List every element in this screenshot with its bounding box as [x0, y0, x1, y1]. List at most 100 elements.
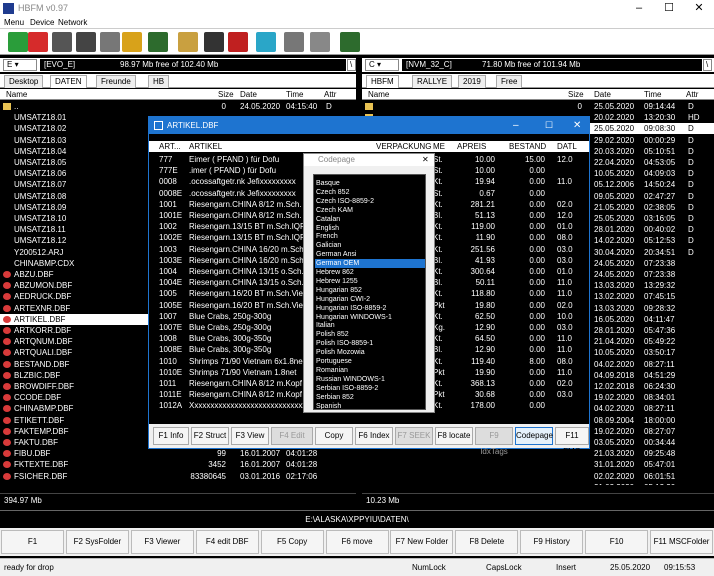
- fkey-5[interactable]: F6 move: [325, 530, 389, 554]
- dialog-maximize-button[interactable]: ☐: [545, 117, 553, 134]
- dialog-button-5[interactable]: F6 Index: [355, 427, 393, 445]
- touch-icon[interactable]: [310, 32, 330, 52]
- col-size[interactable]: Size: [568, 89, 584, 100]
- right-column-header[interactable]: Name Size Date Time Attr: [362, 89, 714, 100]
- usb-icon[interactable]: [178, 32, 198, 52]
- col-time[interactable]: Time: [644, 89, 661, 100]
- export-icon[interactable]: [340, 32, 360, 52]
- codepage-list[interactable]: Basque Czech 852 Czech ISO-8859-2 Czech KAM…: [313, 174, 426, 410]
- dialog-col-0[interactable]: ART...: [159, 141, 181, 152]
- list-item[interactable]: .. 0 24.05.2020 04:15:40 D: [0, 101, 356, 112]
- dialog-col-5[interactable]: BESTAND: [509, 141, 546, 152]
- codepage-item[interactable]: Serbian ISO-8859-2: [315, 384, 425, 393]
- close-button[interactable]: ✕: [684, 0, 714, 17]
- list-item[interactable]: 02.02.2020 06:01:51: [362, 471, 714, 482]
- col-size[interactable]: Size: [218, 89, 234, 100]
- menu-item-device[interactable]: Device: [30, 18, 54, 27]
- left-root-button[interactable]: \: [347, 59, 356, 71]
- codepage-item[interactable]: Hungarian 852: [315, 286, 425, 295]
- right-root-button[interactable]: \: [703, 59, 712, 71]
- calculator-icon[interactable]: [76, 32, 96, 52]
- dialog-button-0[interactable]: F1 Info: [153, 427, 189, 445]
- fkey-7[interactable]: F8 Delete: [455, 530, 519, 554]
- codepage-item[interactable]: Hungarian CWI-2: [315, 295, 425, 304]
- list-item[interactable]: FSICHER.DBF 83380645 03.01.2016 02:17:06: [0, 471, 356, 481]
- network-off-icon[interactable]: [228, 32, 248, 52]
- fkey-4[interactable]: F5 Copy: [260, 530, 324, 554]
- codepage-item[interactable]: Russian WINDOWS-1: [315, 375, 425, 384]
- list-item[interactable]: 21.02.2020 05:12:20: [362, 482, 714, 485]
- right-tab-0[interactable]: HBFM: [366, 75, 399, 88]
- dialog-col-1[interactable]: ARTIKEL: [189, 141, 222, 152]
- dots-icon[interactable]: [256, 32, 276, 52]
- fkey-8[interactable]: F9 History: [520, 530, 584, 554]
- fkey-1[interactable]: F2 SysFolder: [65, 530, 129, 554]
- dialog-button-3[interactable]: F4 Edit: [271, 427, 313, 445]
- print-icon[interactable]: [52, 32, 72, 52]
- codepage-close-button[interactable]: ✕: [422, 154, 429, 166]
- network-icon[interactable]: [204, 32, 224, 52]
- refresh-icon[interactable]: [8, 32, 28, 52]
- fkey-10[interactable]: F11 MSCFolder: [650, 530, 713, 554]
- left-tab-1[interactable]: DATEN: [50, 75, 87, 88]
- codepage-item[interactable]: Galician: [315, 241, 425, 250]
- codepage-item[interactable]: Basque: [315, 179, 425, 188]
- fkey-0[interactable]: F1: [1, 530, 64, 554]
- dialog-button-1[interactable]: F2 Struct: [191, 427, 229, 445]
- dialog-button-6[interactable]: F7 SEEK: [395, 427, 433, 445]
- dialog-button-10[interactable]: F11 FMG: [555, 427, 589, 456]
- left-tab-3[interactable]: HB: [148, 75, 170, 88]
- left-drive-select[interactable]: E ▾: [3, 59, 37, 71]
- codepage-item[interactable]: Romanian: [315, 366, 425, 375]
- dialog-button-9[interactable]: Codepage: [515, 427, 553, 445]
- col-attr[interactable]: Attr: [686, 89, 698, 100]
- right-drive-select[interactable]: C ▾: [365, 59, 399, 71]
- codepage-item[interactable]: English: [315, 224, 425, 233]
- list-item[interactable]: FKTEXTE.DBF 3452 16.01.2007 04:01:28: [0, 459, 356, 470]
- dialog-table-header[interactable]: ART... ARTIKEL VERPACKUNG ME APREIS BESTAND DA…: [149, 141, 589, 152]
- left-column-header[interactable]: Name Size Date Time Attr: [0, 89, 356, 100]
- col-attr[interactable]: Attr: [324, 89, 336, 100]
- dialog-col-6[interactable]: DATL: [557, 141, 577, 152]
- dialog-button-8[interactable]: F9 IdxTags: [475, 427, 513, 456]
- codepage-item[interactable]: French: [315, 232, 425, 241]
- command-line[interactable]: E:\ALASKA\XPPYIU\DATEN\: [0, 510, 714, 528]
- minimize-button[interactable]: –: [624, 0, 654, 17]
- fkey-9[interactable]: F10: [585, 530, 649, 554]
- dialog-button-2[interactable]: F3 View: [231, 427, 269, 445]
- menu-item-network[interactable]: Network: [58, 18, 87, 27]
- list-item[interactable]: 21.03.2020 09:25:48: [362, 448, 714, 459]
- col-date[interactable]: Date: [594, 89, 611, 100]
- dialog-col-4[interactable]: APREIS: [457, 141, 486, 152]
- codepage-item[interactable]: Czech 852: [315, 188, 425, 197]
- codepage-item[interactable]: Serbian 852: [315, 393, 425, 402]
- left-tab-0[interactable]: Desktop: [4, 75, 44, 88]
- col-date[interactable]: Date: [240, 89, 257, 100]
- menu-item-menu[interactable]: Menu: [4, 18, 24, 27]
- right-tab-2[interactable]: 2019: [458, 75, 486, 88]
- dialog-close-button[interactable]: ✕: [573, 117, 581, 134]
- codepage-item[interactable]: Polish Mozowia: [315, 348, 425, 357]
- right-tab-1[interactable]: RALLYE: [412, 75, 453, 88]
- dialog-col-2[interactable]: VERPACKUNG: [376, 141, 431, 152]
- list-item[interactable]: 31.01.2020 05:47:01: [362, 459, 714, 470]
- codepage-item[interactable]: Czech KAM: [315, 206, 425, 215]
- dialog-minimize-button[interactable]: –: [513, 117, 519, 134]
- col-name[interactable]: Name: [368, 89, 389, 100]
- fkey-3[interactable]: F4 edit DBF: [195, 530, 259, 554]
- codepage-item[interactable]: Polish 852: [315, 330, 425, 339]
- codepage-item[interactable]: German OEM: [315, 259, 425, 269]
- codepage-item[interactable]: Hebrew 862: [315, 268, 425, 277]
- codepage-item[interactable]: German Ansi: [315, 250, 425, 259]
- codepage-item[interactable]: Hungarian WINDOWS-1: [315, 313, 425, 322]
- tools-icon[interactable]: [122, 32, 142, 52]
- plane-icon[interactable]: [284, 32, 304, 52]
- codepage-item[interactable]: Hungarian ISO-8859-2: [315, 304, 425, 313]
- fkey-2[interactable]: F3 Viewer: [130, 530, 194, 554]
- fkey-6[interactable]: F7 New Folder: [390, 530, 454, 554]
- dialog-col-3[interactable]: ME: [433, 141, 445, 152]
- dialog-button-4[interactable]: Copy: [315, 427, 353, 445]
- list-item[interactable]: 0 25.05.2020 09:14:44 D: [362, 101, 714, 112]
- col-time[interactable]: Time: [286, 89, 303, 100]
- codepage-item[interactable]: Czech ISO-8859-2: [315, 197, 425, 206]
